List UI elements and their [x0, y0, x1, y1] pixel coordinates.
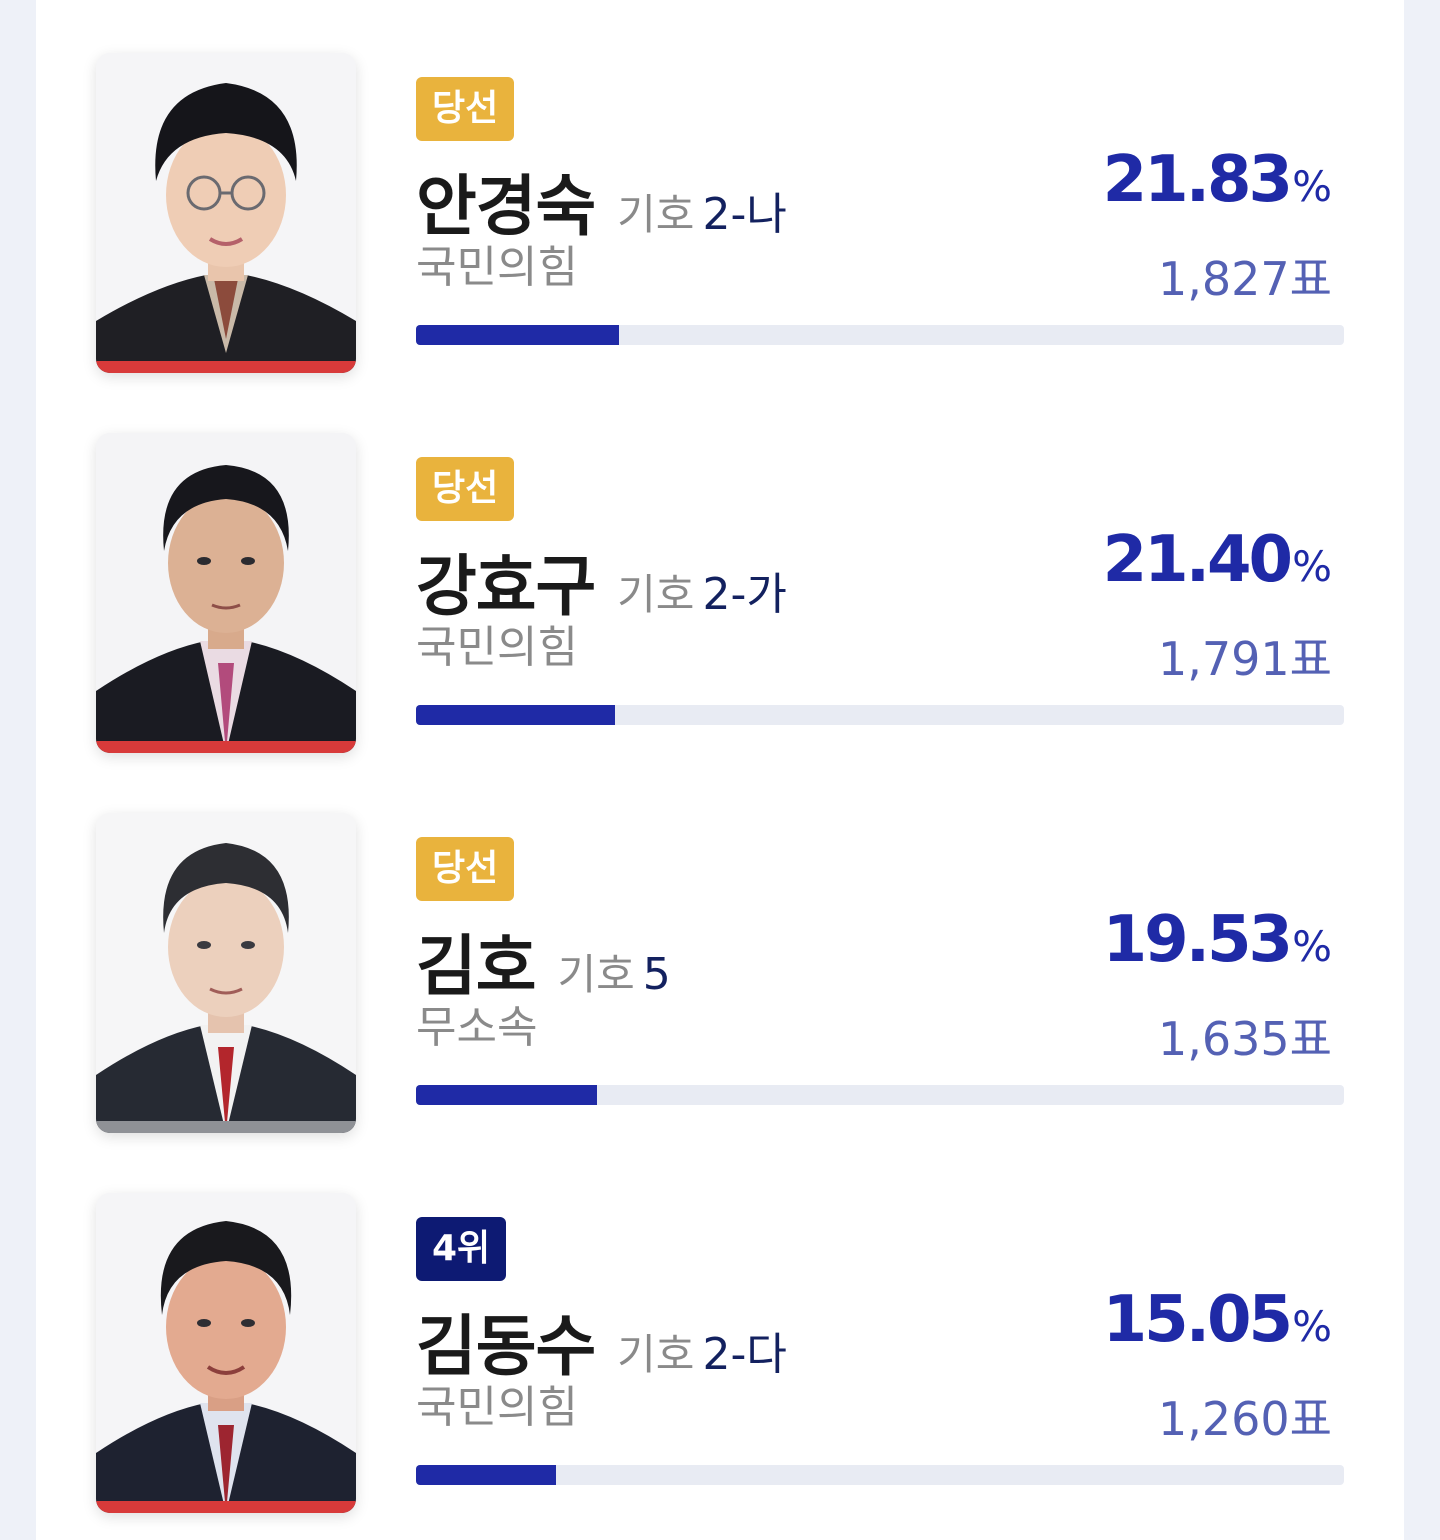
ballot-number: 2-다	[702, 1329, 787, 1380]
ballot-number: 5	[642, 949, 671, 1000]
vote-count: 1,635표	[1157, 1012, 1332, 1066]
candidate-photo	[96, 813, 356, 1133]
vote-percentage: 19.53%	[1103, 903, 1332, 977]
candidate-photo	[96, 53, 356, 373]
candidate-photo	[96, 1193, 356, 1513]
percent-value: 21.83	[1102, 143, 1293, 217]
percent-unit: %	[1292, 922, 1332, 971]
candidate-photo	[96, 433, 356, 753]
candidate-row[interactable]: 당선 강효구 기호 2-가 국민의힘 21.40% 1,791표	[96, 433, 1344, 755]
male-portrait-icon	[96, 433, 356, 753]
percent-unit: %	[1292, 1302, 1332, 1351]
party-name: 국민의힘	[416, 622, 578, 673]
ballot-number-label: 기호	[617, 190, 695, 239]
vote-count: 1,260표	[1157, 1392, 1332, 1446]
percent-value: 19.53	[1102, 903, 1293, 977]
ballot-number: 2-나	[702, 189, 787, 240]
party-color-stripe	[96, 1121, 356, 1133]
percent-unit: %	[1292, 162, 1332, 211]
status-badge: 당선	[416, 837, 515, 901]
vote-share-fill	[416, 1085, 598, 1105]
candidate-row[interactable]: 4위 김동수 기호 2-다 국민의힘 15.05% 1,260표	[96, 1193, 1344, 1515]
percent-unit: %	[1292, 542, 1332, 591]
status-badge: 당선	[416, 457, 515, 521]
vote-count: 1,791표	[1157, 632, 1332, 686]
ballot-number-label: 기호	[617, 570, 695, 619]
status-badge: 당선	[416, 77, 515, 141]
results-card: 당선 안경숙 기호 2-나 국민의힘 21.83% 1,827표 당선 강효구 …	[36, 0, 1404, 1540]
vote-share-bar	[416, 1465, 1344, 1485]
vote-count: 1,827표	[1157, 252, 1332, 306]
vote-percentage: 21.83%	[1103, 143, 1332, 217]
candidate-row[interactable]: 당선 김호 기호 5 무소속 19.53% 1,635표	[96, 813, 1344, 1135]
vote-share-bar	[416, 705, 1344, 725]
vote-share-fill	[416, 1465, 556, 1485]
ballot-number-label: 기호	[557, 950, 635, 999]
percent-value: 21.40	[1102, 523, 1293, 597]
vote-share-fill	[416, 325, 619, 345]
ballot-number-label: 기호	[617, 1330, 695, 1379]
status-badge: 4위	[416, 1217, 507, 1281]
party-color-stripe	[96, 361, 356, 373]
vote-share-fill	[416, 705, 615, 725]
vote-share-bar	[416, 1085, 1344, 1105]
vote-percentage: 15.05%	[1103, 1283, 1332, 1357]
party-color-stripe	[96, 1501, 356, 1513]
male-portrait-icon	[96, 1193, 356, 1513]
vote-share-bar	[416, 325, 1344, 345]
female-portrait-icon	[96, 53, 356, 373]
ballot-number: 2-가	[702, 569, 787, 620]
party-name: 국민의힘	[416, 1382, 578, 1433]
candidate-row[interactable]: 당선 안경숙 기호 2-나 국민의힘 21.83% 1,827표	[96, 53, 1344, 375]
male-portrait-icon	[96, 813, 356, 1133]
vote-percentage: 21.40%	[1103, 523, 1332, 597]
party-name: 국민의힘	[416, 242, 578, 293]
percent-value: 15.05	[1102, 1283, 1293, 1357]
party-color-stripe	[96, 741, 356, 753]
party-name: 무소속	[416, 1002, 538, 1053]
